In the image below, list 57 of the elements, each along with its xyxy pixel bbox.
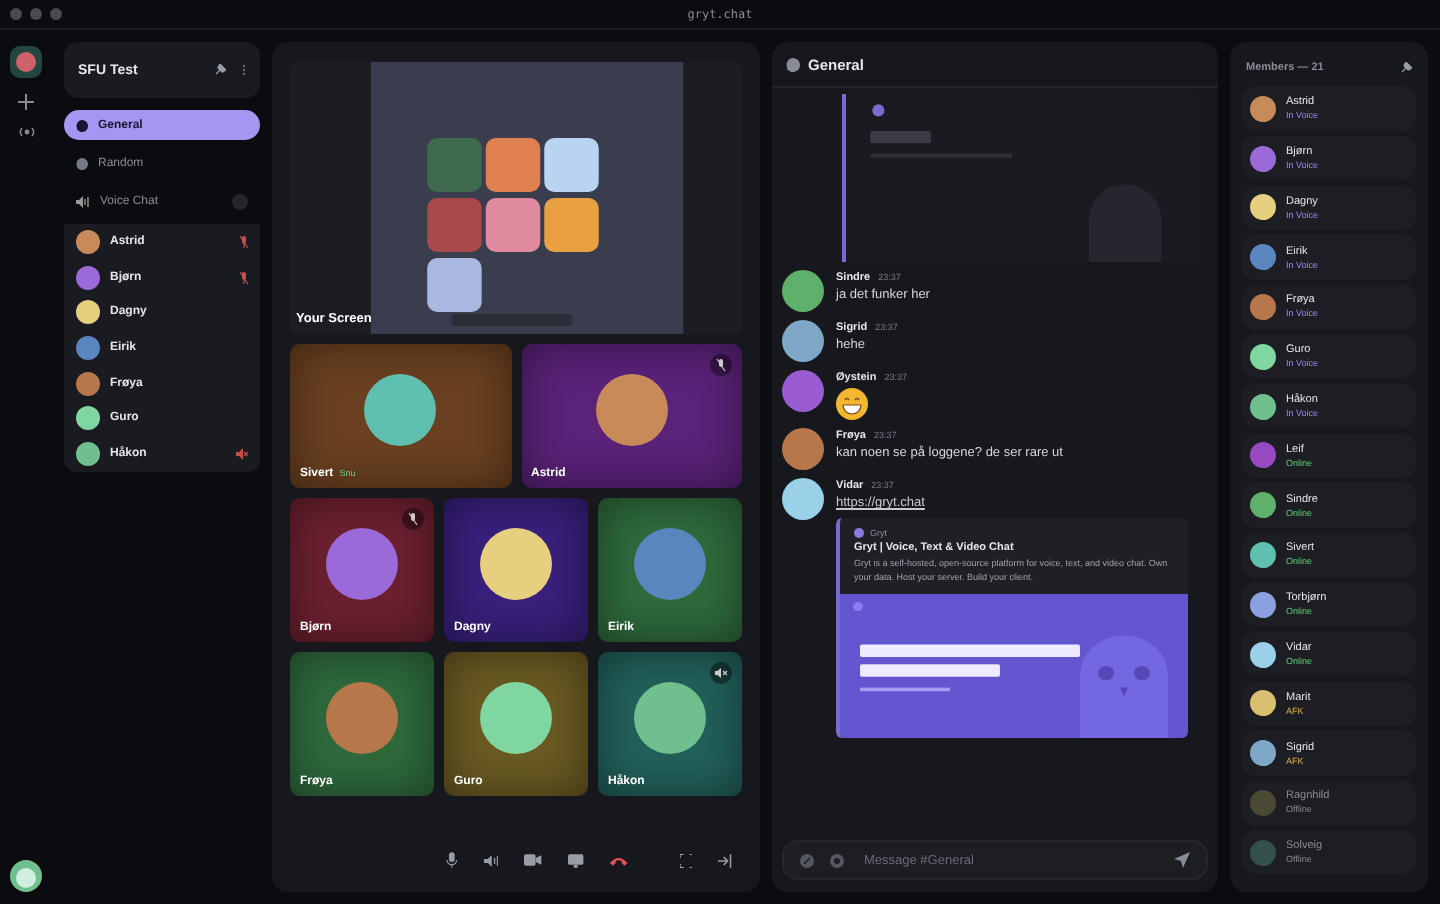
avatar-icon (634, 682, 706, 754)
chat-bubble-icon (76, 157, 88, 169)
avatar-icon (480, 528, 552, 600)
avatar-icon (1250, 839, 1276, 866)
avatar-icon (782, 478, 824, 520)
avatar-icon (1250, 591, 1276, 618)
avatar-icon (1250, 343, 1276, 370)
pin-icon[interactable] (1400, 62, 1412, 74)
avatar-icon (1250, 492, 1276, 519)
chat-bubble-icon (76, 119, 88, 131)
pin-icon[interactable] (214, 64, 226, 76)
avatar-icon (326, 682, 398, 754)
avatar-icon (1250, 194, 1276, 221)
avatar-icon (76, 230, 100, 254)
avatar-icon (480, 682, 552, 754)
avatar-icon (1250, 641, 1276, 668)
avatar-icon (1250, 244, 1276, 271)
avatar-icon (1250, 145, 1276, 172)
screen-share-icon[interactable] (568, 853, 584, 867)
chat-bubble-icon (786, 57, 800, 71)
avatar-icon (782, 428, 824, 470)
camera-icon[interactable] (524, 854, 543, 866)
avatar-icon (76, 265, 100, 290)
broadcast-icon[interactable] (17, 126, 35, 138)
site-icon (854, 528, 864, 538)
send-icon[interactable] (1174, 852, 1190, 868)
avatar-icon (76, 406, 100, 431)
fullscreen-icon[interactable] (679, 853, 693, 867)
avatar-icon (1250, 95, 1276, 122)
avatar-icon (782, 320, 824, 362)
avatar-icon (76, 336, 100, 361)
hang-up-icon[interactable] (609, 855, 628, 865)
avatar-icon (1250, 293, 1276, 320)
avatar-icon (76, 442, 100, 467)
avatar-icon (782, 270, 824, 312)
avatar-icon (1250, 393, 1276, 420)
server-icon[interactable] (10, 46, 42, 78)
add-icon[interactable] (18, 94, 34, 110)
avatar-icon (1250, 541, 1276, 568)
speaker-icon[interactable] (483, 853, 499, 867)
speaker-icon (76, 195, 90, 207)
avatar-icon (326, 528, 398, 600)
avatar-icon (1250, 740, 1276, 767)
avatar-icon (595, 374, 668, 446)
avatar-icon (76, 371, 100, 396)
status-dot (232, 193, 248, 209)
avatar-icon (1250, 442, 1276, 469)
microphone-icon[interactable] (446, 852, 458, 868)
grinning-emoji-icon (836, 388, 868, 420)
avatar-icon (1250, 789, 1276, 816)
user-avatar-icon[interactable] (10, 860, 42, 892)
avatar-icon (364, 374, 437, 446)
avatar-icon (76, 300, 100, 325)
collapse-icon[interactable] (718, 853, 732, 867)
avatar-icon (782, 370, 824, 412)
avatar-icon (1250, 690, 1276, 717)
avatar-icon (634, 528, 706, 600)
